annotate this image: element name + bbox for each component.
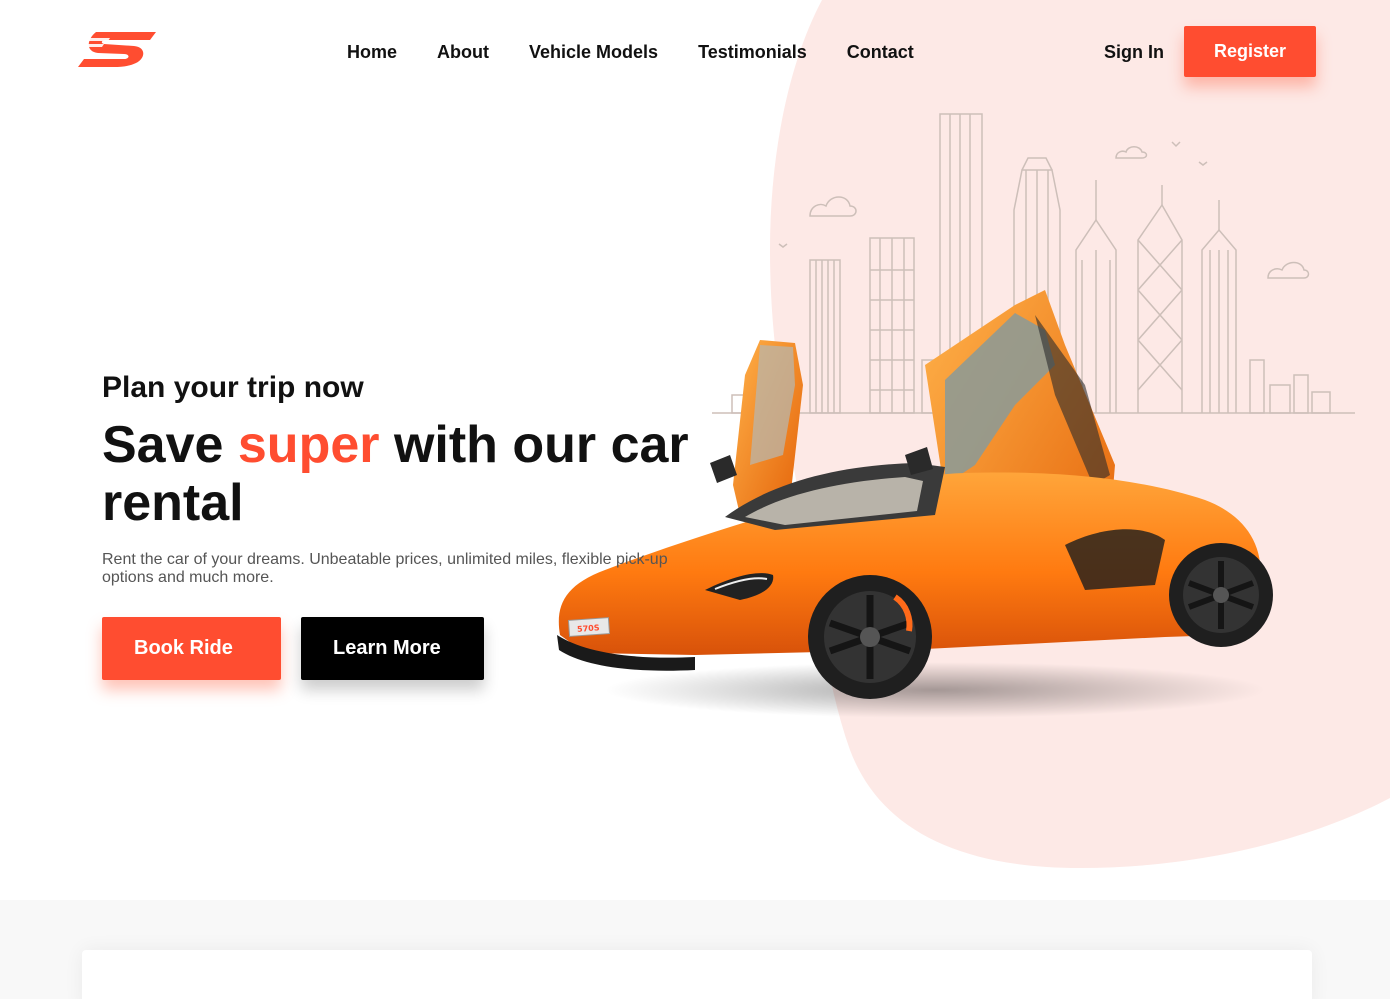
license-plate: 570S	[577, 623, 600, 634]
hero-subtitle: Plan your trip now	[102, 371, 364, 404]
nav-testimonials-link[interactable]: Testimonials	[698, 41, 807, 63]
register-button[interactable]: Register	[1184, 26, 1316, 77]
learn-more-button[interactable]: Learn More	[301, 617, 484, 680]
sign-in-link[interactable]: Sign In	[1104, 41, 1164, 63]
nav-home-link[interactable]: Home	[347, 41, 397, 63]
hero-title-accent: super	[237, 416, 380, 474]
nav-vehicle-models-link[interactable]: Vehicle Models	[529, 41, 658, 63]
hero-description: Rent the car of your dreams. Unbeatable …	[102, 551, 668, 586]
booking-card	[82, 950, 1312, 999]
hero-title: Save super with our car rental	[102, 416, 702, 532]
logo-icon[interactable]	[76, 28, 158, 70]
page: Home About Vehicle Models Testimonials C…	[0, 0, 1390, 999]
hero-title-before: Save	[102, 416, 238, 474]
book-ride-button[interactable]: Book Ride	[102, 617, 281, 680]
nav-contact-link[interactable]: Contact	[847, 41, 914, 63]
nav-about-link[interactable]: About	[437, 41, 489, 63]
main-nav: Home About Vehicle Models Testimonials C…	[347, 41, 914, 63]
